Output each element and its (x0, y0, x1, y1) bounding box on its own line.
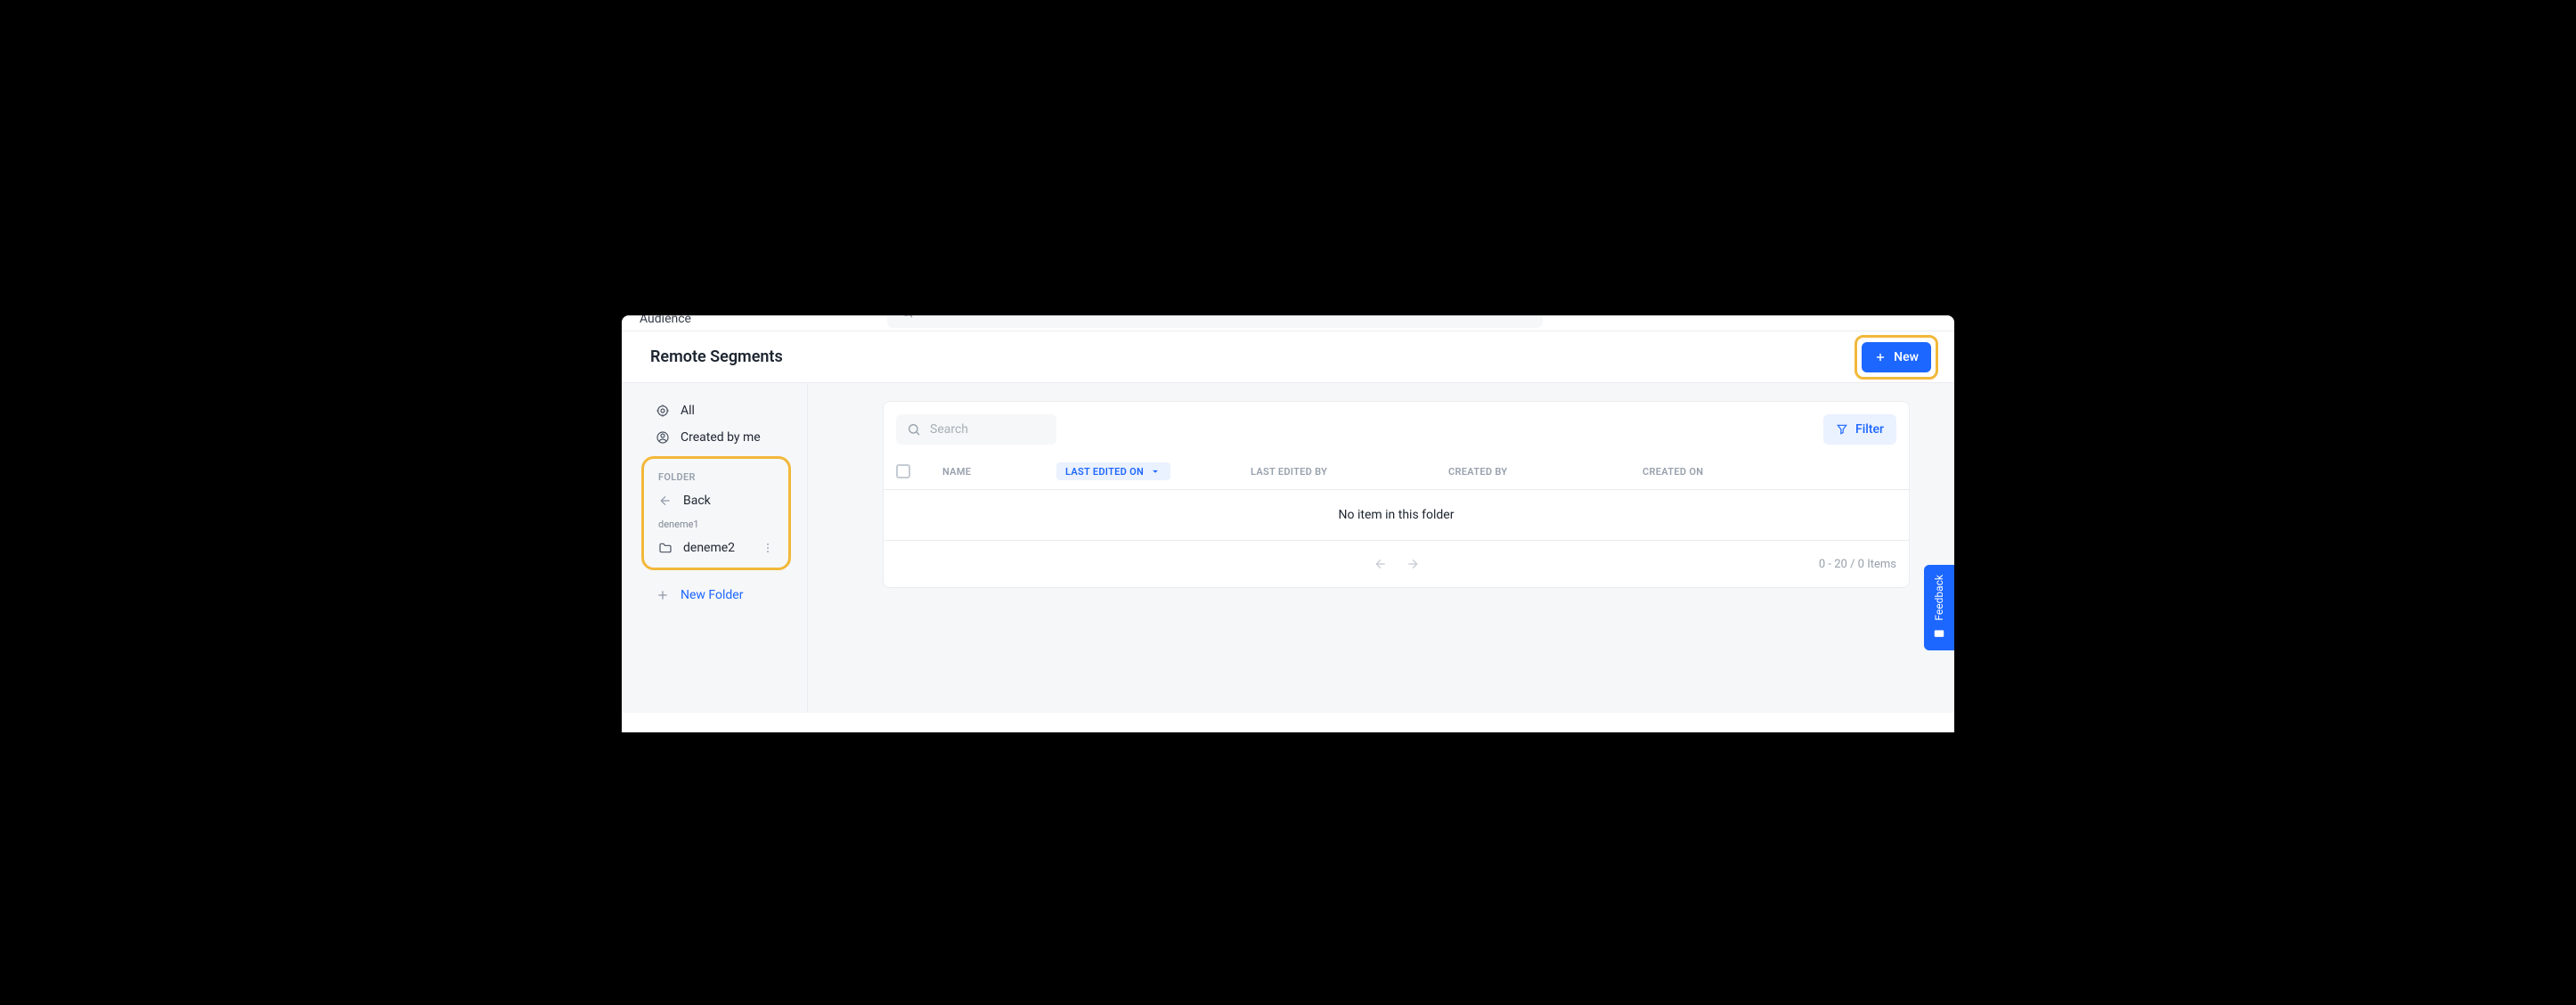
folder-heading: FOLDER (644, 466, 788, 488)
search-icon (907, 422, 921, 437)
folder-item-label: deneme2 (683, 541, 735, 555)
arrow-left-icon (658, 494, 673, 508)
folder-back-label: Back (683, 494, 711, 508)
column-header-created-by[interactable]: CREATED BY (1448, 466, 1643, 478)
sidebar: All Created by me FOLDER Back deneme1 (622, 383, 808, 713)
plus-icon (1874, 351, 1887, 364)
plus-icon (656, 588, 670, 602)
page-header: Remote Segments New (622, 331, 1954, 383)
sidebar-item-label: Created by me (681, 430, 761, 445)
chat-icon (1933, 628, 1945, 641)
folder-icon (658, 541, 673, 555)
column-header-last-edited-on[interactable]: LAST EDITED ON (1056, 462, 1170, 480)
empty-state-message: No item in this folder (884, 490, 1909, 540)
sidebar-item-all[interactable]: All (622, 397, 807, 424)
pagination-count: 0 - 20 / 0 Items (1819, 558, 1896, 571)
global-search-placeholder: Search (923, 315, 961, 319)
column-header-name[interactable]: NAME (942, 466, 1056, 478)
new-folder-button[interactable]: New Folder (622, 576, 807, 609)
select-all-checkbox[interactable] (896, 464, 910, 478)
topbar: Audience Search (622, 315, 1954, 331)
filter-button-label: Filter (1855, 422, 1884, 437)
table-header: NAME LAST EDITED ON LAST EDITED BY CREAT… (884, 453, 1909, 490)
filter-icon (1836, 423, 1848, 436)
sidebar-item-created-by-me[interactable]: Created by me (622, 424, 807, 451)
target-icon (656, 404, 670, 418)
folder-breadcrumb[interactable]: deneme1 (644, 513, 788, 535)
more-vertical-icon[interactable] (762, 542, 774, 554)
caret-down-icon (1149, 465, 1162, 478)
pagination: 0 - 20 / 0 Items (884, 540, 1909, 587)
search-icon (900, 315, 914, 319)
breadcrumb[interactable]: Audience (640, 315, 691, 326)
new-button-highlight: New (1855, 335, 1938, 380)
table-search-placeholder: Search (930, 422, 968, 437)
sidebar-item-label: All (681, 404, 695, 418)
new-button-label: New (1894, 350, 1919, 364)
new-button[interactable]: New (1862, 342, 1931, 372)
column-header-created-on[interactable]: CREATED ON (1643, 466, 1896, 478)
folder-item[interactable]: deneme2 (644, 535, 788, 560)
feedback-label: Feedback (1933, 575, 1945, 621)
column-header-last-edited-by[interactable]: LAST EDITED BY (1251, 466, 1448, 478)
folder-section-highlight: FOLDER Back deneme1 deneme2 (641, 456, 791, 570)
main-content: Search Filter NAME (808, 383, 1954, 713)
user-icon (656, 430, 670, 445)
next-page-icon[interactable] (1406, 557, 1420, 571)
previous-page-icon[interactable] (1374, 557, 1388, 571)
content-card: Search Filter NAME (883, 401, 1910, 588)
filter-button[interactable]: Filter (1823, 414, 1896, 445)
page-title: Remote Segments (650, 347, 783, 366)
global-search-input[interactable]: Search (887, 315, 1543, 328)
new-folder-label: New Folder (681, 588, 743, 602)
feedback-button[interactable]: Feedback (1924, 565, 1954, 650)
table-search-input[interactable]: Search (896, 414, 1056, 445)
column-header-label: LAST EDITED ON (1065, 466, 1144, 478)
folder-back-button[interactable]: Back (644, 488, 788, 513)
